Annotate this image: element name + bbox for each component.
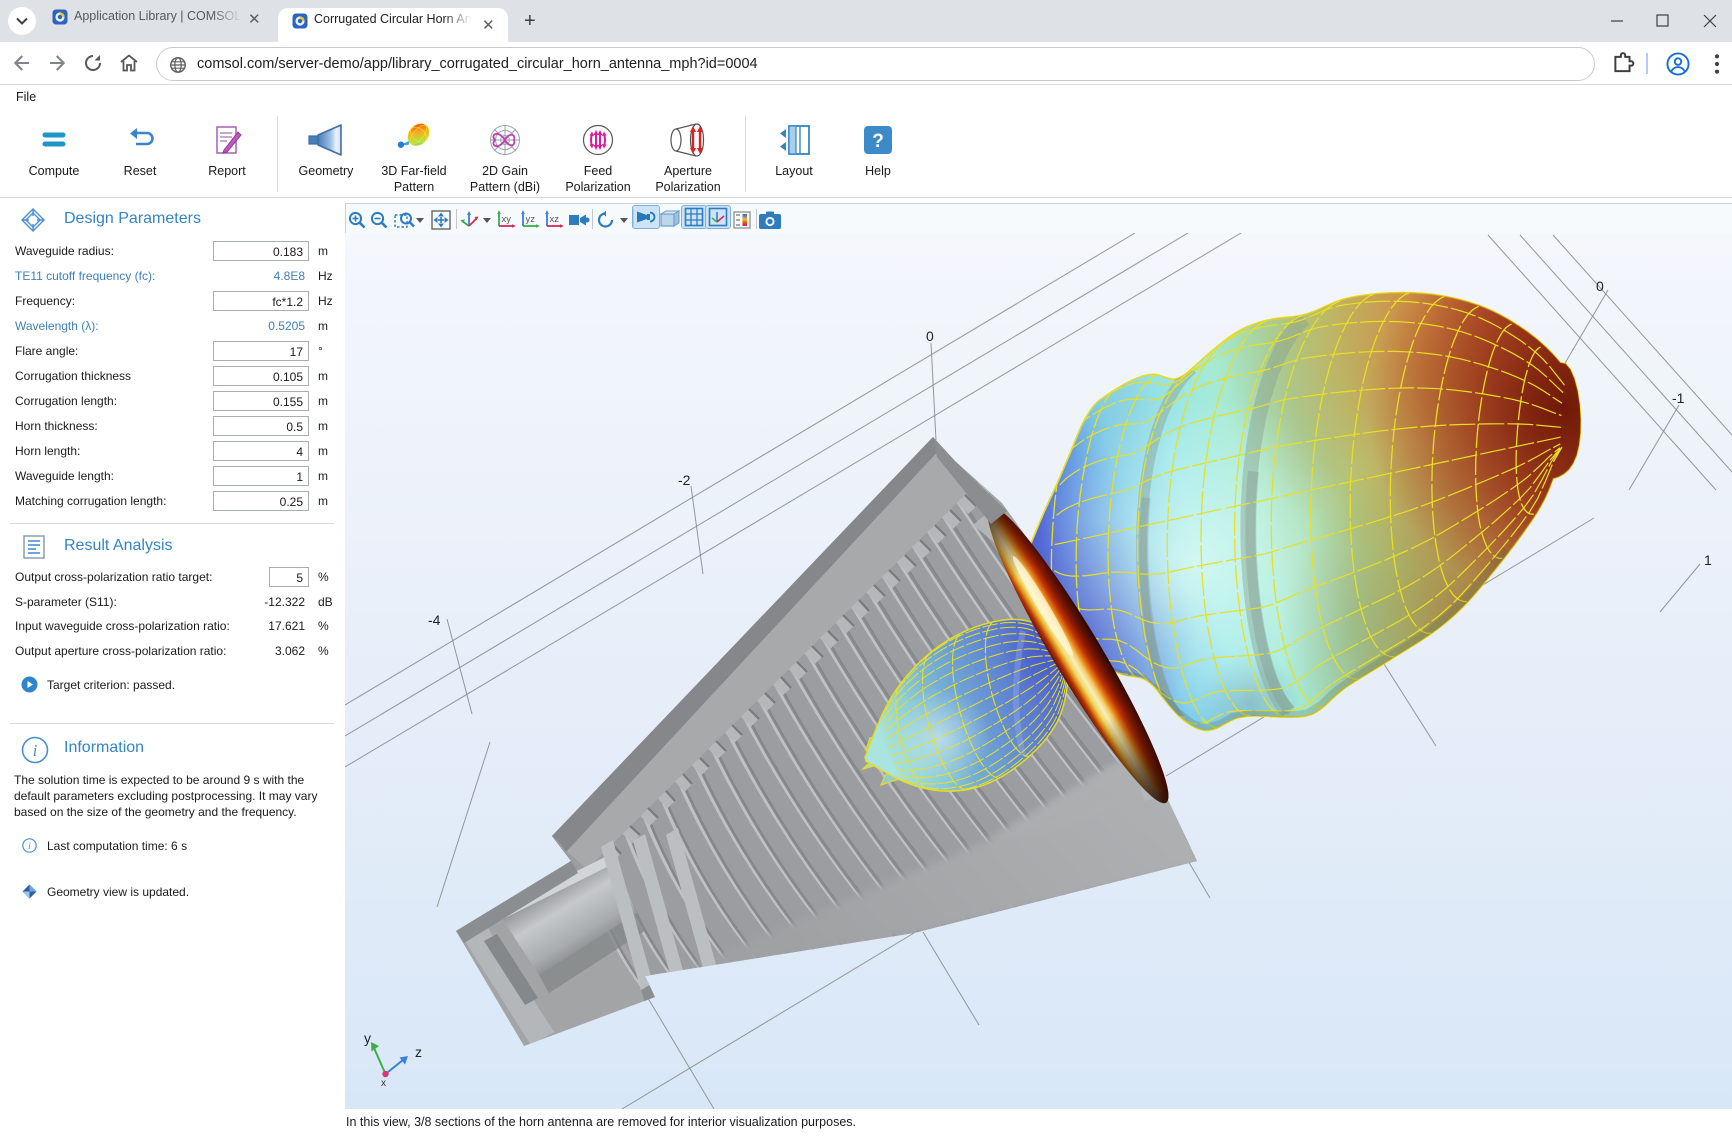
svg-text:-4: -4 [428, 612, 441, 628]
svg-text:y: y [364, 1030, 371, 1046]
svg-text:xz: xz [550, 214, 560, 225]
svg-text:z: z [415, 1044, 422, 1060]
svg-text:yz: yz [526, 214, 536, 225]
svg-text:x: x [381, 1078, 386, 1089]
svg-text:-2: -2 [678, 472, 691, 488]
svg-text:-1: -1 [1672, 390, 1685, 406]
svg-text:1: 1 [1704, 552, 1712, 568]
svg-text:0: 0 [926, 328, 934, 344]
svg-text:?: ? [872, 131, 884, 152]
svg-text:i: i [28, 842, 31, 852]
svg-text:0: 0 [1596, 278, 1604, 294]
svg-text:i: i [33, 741, 38, 760]
svg-text:xy: xy [502, 214, 512, 225]
